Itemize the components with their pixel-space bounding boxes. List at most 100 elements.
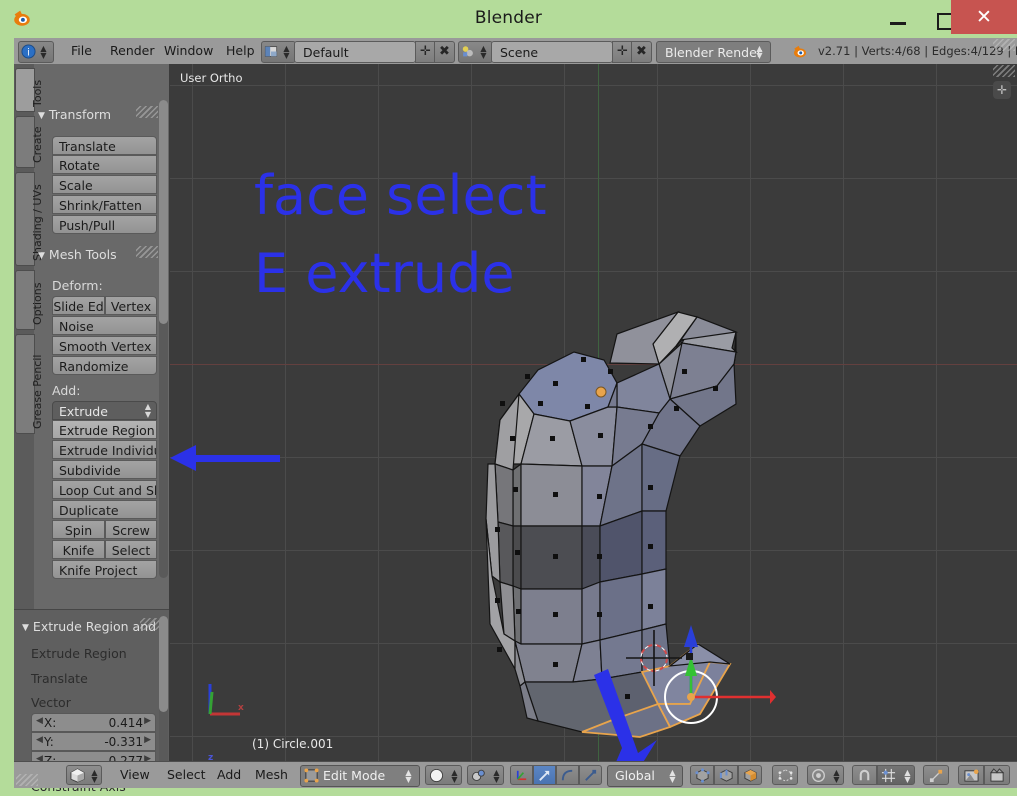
3d-view-editor-icon xyxy=(70,768,85,783)
panel-header-mesh-tools[interactable]: ▼ Mesh Tools xyxy=(38,247,117,262)
panel-header-extrude-region[interactable]: ▼ Extrude Region and xyxy=(22,619,156,634)
3d-viewport[interactable]: User Ortho (1) Circle.001 face select E … xyxy=(170,64,1017,761)
snap-increment-icon xyxy=(881,768,896,783)
viewport-sidebar-toggle[interactable]: ✛ xyxy=(993,81,1011,99)
menu-select[interactable]: Select xyxy=(167,767,206,782)
delete-screen-layout-button[interactable]: ✖ xyxy=(434,41,455,63)
snap-toggle-button[interactable] xyxy=(852,765,877,785)
menu-help[interactable]: Help xyxy=(226,43,255,58)
chevron-updown-icon: ▲ ▼ xyxy=(451,768,458,784)
operator-panel-scrollbar[interactable] xyxy=(159,616,168,712)
sidebar-tab-options[interactable]: Options xyxy=(15,270,44,330)
view-editor-type-selector[interactable]: ▲ ▼ xyxy=(66,765,102,785)
tool-button-rotate[interactable]: Rotate xyxy=(52,155,157,174)
chevron-updown-icon: ▲ ▼ xyxy=(40,44,47,60)
tool-button-translate[interactable]: Translate xyxy=(52,136,157,155)
tool-shelf: Tools Create Shading / UVs Options Greas… xyxy=(14,64,170,794)
svg-text:i: i xyxy=(27,47,30,58)
proportional-edit-icon xyxy=(812,769,825,782)
delete-scene-button[interactable]: ✖ xyxy=(631,41,652,63)
sidebar-tab-shading-uvs[interactable]: Shading / UVs xyxy=(15,172,44,266)
vector-x-field[interactable]: ◀ X: 0.414 ▶ xyxy=(31,713,156,732)
tool-button-slide-edge[interactable]: Slide Ed xyxy=(52,296,105,315)
chevron-left-icon: ◀ xyxy=(36,735,43,745)
menu-render[interactable]: Render xyxy=(110,43,155,58)
tool-button-scale[interactable]: Scale xyxy=(52,175,157,194)
tool-button-duplicate[interactable]: Duplicate xyxy=(52,500,157,519)
info-editor-icon: i xyxy=(21,44,36,59)
render-image-icon xyxy=(964,769,979,782)
tab-label: Create xyxy=(31,126,44,163)
proportional-edit-selector[interactable]: ▲ ▼ xyxy=(807,765,844,785)
face-select-mode-button[interactable] xyxy=(738,765,762,785)
scene-value: Scene xyxy=(500,45,539,60)
menu-window[interactable]: Window xyxy=(164,43,213,58)
vector-y-field[interactable]: ◀ Y: -0.331 ▶ xyxy=(31,732,156,751)
tool-button-screw[interactable]: Screw xyxy=(105,520,157,539)
limit-selection-to-visible-button[interactable] xyxy=(772,765,798,785)
rotate-manipulator-button[interactable] xyxy=(556,765,579,785)
header-grip-icon xyxy=(16,774,38,786)
add-screen-layout-button[interactable]: ✛ xyxy=(415,41,436,63)
menu-mesh[interactable]: Mesh xyxy=(255,767,288,782)
transform-orientation-selector[interactable]: Global ▲ ▼ xyxy=(607,765,683,787)
edge-select-mode-button[interactable] xyxy=(714,765,738,785)
tool-button-smooth-vertex[interactable]: Smooth Vertex xyxy=(52,336,157,355)
scene-icon xyxy=(462,46,473,57)
vector-x-key: X: xyxy=(44,716,57,730)
extrude-dropdown[interactable]: Extrude ▲ ▼ xyxy=(52,401,157,420)
screen-layout-browse-button[interactable]: ▲ ▼ xyxy=(261,41,296,63)
render-animation-button[interactable] xyxy=(984,765,1010,785)
close-button[interactable]: ✕ xyxy=(951,0,1017,34)
tool-button-subdivide[interactable]: Subdivide xyxy=(52,460,157,479)
scale-manipulator-icon xyxy=(585,769,597,781)
render-engine-value: Blender Render xyxy=(665,45,762,60)
mini-axis-x-label: x xyxy=(238,703,244,713)
scene-field[interactable]: Scene xyxy=(491,41,613,63)
sidebar-tab-grease-pencil[interactable]: Grease Pencil xyxy=(15,334,44,434)
sidebar-tab-create[interactable]: Create xyxy=(15,116,44,168)
tool-button-extrude-region[interactable]: Extrude Region xyxy=(52,420,157,439)
triangle-down-icon: ▼ xyxy=(38,111,45,121)
auto-merge-button[interactable] xyxy=(923,765,949,785)
render-image-button[interactable] xyxy=(958,765,984,785)
chevron-updown-icon: ▲ ▼ xyxy=(405,768,412,784)
minimize-button[interactable] xyxy=(884,0,920,38)
snap-element-selector[interactable]: ▲ ▼ xyxy=(877,765,915,785)
viewport-shading-selector[interactable]: ▲ ▼ xyxy=(425,765,462,785)
scene-mode-selector[interactable]: ▲ ▼ xyxy=(467,765,504,785)
tool-button-knife[interactable]: Knife xyxy=(52,540,105,559)
manipulator-toggle-button[interactable] xyxy=(510,765,533,785)
tool-shelf-scrollbar[interactable] xyxy=(159,100,168,324)
tool-button-spin[interactable]: Spin xyxy=(52,520,105,539)
editor-type-selector[interactable]: i ▲ ▼ xyxy=(18,41,54,63)
vertex-select-mode-button[interactable] xyxy=(690,765,714,785)
limit-selection-to-visible-icon xyxy=(778,769,793,782)
add-scene-button[interactable]: ✛ xyxy=(612,41,633,63)
tool-button-slide-vertex[interactable]: Vertex xyxy=(105,296,157,315)
tool-button-knife-select[interactable]: Select xyxy=(105,540,157,559)
tool-button-loop-cut-and-slide[interactable]: Loop Cut and Slide xyxy=(52,480,157,499)
tool-button-shrink-fatten[interactable]: Shrink/Fatten xyxy=(52,195,157,214)
menu-add[interactable]: Add xyxy=(217,767,241,782)
blender-logo-icon xyxy=(793,45,807,58)
tool-button-noise[interactable]: Noise xyxy=(52,316,157,335)
tool-button-push-pull[interactable]: Push/Pull xyxy=(52,215,157,234)
interaction-mode-selector[interactable]: Edit Mode ▲ ▼ xyxy=(300,765,420,787)
menu-file[interactable]: File xyxy=(71,43,92,58)
chevron-updown-icon: ▲ ▼ xyxy=(91,768,98,784)
translate-manipulator-button[interactable] xyxy=(533,765,556,785)
sidebar-tab-tools[interactable]: Tools xyxy=(15,68,44,112)
scale-manipulator-button[interactable] xyxy=(579,765,602,785)
tool-button-knife-project[interactable]: Knife Project xyxy=(52,560,157,579)
scene-browse-button[interactable]: ▲ ▼ xyxy=(458,41,493,63)
tool-button-extrude-individual[interactable]: Extrude Individual xyxy=(52,440,157,459)
tab-label: Grease Pencil xyxy=(31,354,44,429)
tool-button-randomize[interactable]: Randomize xyxy=(52,356,157,375)
render-engine-selector[interactable]: Blender Render ▲ ▼ xyxy=(656,41,771,63)
solid-shading-icon xyxy=(429,768,444,783)
panel-header-transform[interactable]: ▼ Transform xyxy=(38,107,111,122)
vector-x-value: 0.414 xyxy=(108,716,143,730)
screen-layout-field[interactable]: Default xyxy=(294,41,416,63)
menu-view[interactable]: View xyxy=(120,767,150,782)
